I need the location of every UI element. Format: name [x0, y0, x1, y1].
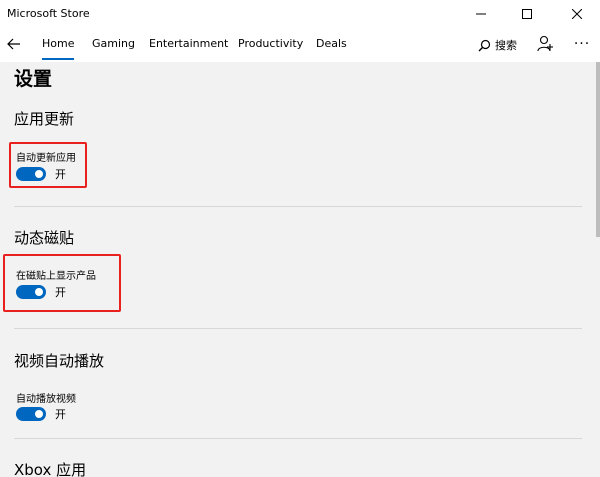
tab-gaming[interactable]: Gaming: [92, 37, 135, 50]
minimize-icon: [476, 13, 486, 15]
search-icon: [478, 39, 491, 51]
search-button[interactable]: 搜索: [478, 34, 517, 56]
more-icon: ···: [573, 36, 591, 52]
setting-label-autoplay-videos: 自动播放视频: [16, 394, 76, 405]
setting-label-show-products-on-tiles: 在磁贴上显示产品: [16, 271, 96, 282]
section-divider: [14, 328, 582, 329]
toggle-state-show-products-on-tiles: 开: [55, 286, 66, 299]
search-label: 搜索: [495, 39, 517, 52]
microsoft-store-window: Microsoft Store Home Gaming Entertainmen…: [0, 0, 600, 477]
toggle-knob: [35, 288, 43, 296]
tab-home[interactable]: Home: [42, 37, 74, 50]
maximize-button[interactable]: [504, 0, 550, 28]
settings-content: 设置 应用更新 自动更新应用 开 动态磁贴 在磁贴上显示产品 开 视频自动播放 …: [0, 62, 600, 477]
section-title-video-autoplay: 视频自动播放: [14, 352, 105, 370]
title-bar: Microsoft Store: [0, 0, 600, 28]
tab-entertainment[interactable]: Entertainment: [149, 37, 228, 50]
tab-deals[interactable]: Deals: [316, 37, 347, 50]
toggle-show-products-on-tiles[interactable]: [16, 285, 46, 299]
section-title-live-tiles: 动态磁贴: [14, 229, 75, 247]
back-arrow-icon: [7, 38, 20, 50]
toggle-auto-update[interactable]: [16, 167, 46, 181]
page-title: 设置: [14, 68, 53, 90]
account-button[interactable]: [535, 32, 557, 56]
minimize-button[interactable]: [458, 0, 504, 28]
setting-label-auto-update: 自动更新应用: [16, 153, 76, 164]
section-divider: [14, 206, 582, 207]
maximize-icon: [522, 9, 532, 19]
close-button[interactable]: [554, 0, 600, 28]
close-icon: [572, 9, 582, 19]
toggle-knob: [35, 410, 43, 418]
toggle-state-autoplay-videos: 开: [55, 408, 66, 421]
tab-productivity[interactable]: Productivity: [238, 37, 303, 50]
back-button[interactable]: [0, 28, 28, 60]
section-divider: [14, 438, 582, 439]
tab-home-underline: [42, 58, 74, 60]
toggle-knob: [35, 170, 43, 178]
toggle-autoplay-videos[interactable]: [16, 407, 46, 421]
highlight-box-live-tiles: [3, 254, 121, 312]
user-add-icon: [537, 35, 553, 52]
section-title-app-updates: 应用更新: [14, 110, 75, 128]
toggle-state-auto-update: 开: [55, 168, 66, 181]
nav-bar: Home Gaming Entertainment Productivity D…: [0, 28, 600, 62]
scrollbar[interactable]: [596, 62, 600, 237]
app-title: Microsoft Store: [7, 7, 90, 20]
section-title-xbox-apps: Xbox 应用: [14, 461, 87, 477]
more-button[interactable]: ···: [570, 32, 594, 56]
